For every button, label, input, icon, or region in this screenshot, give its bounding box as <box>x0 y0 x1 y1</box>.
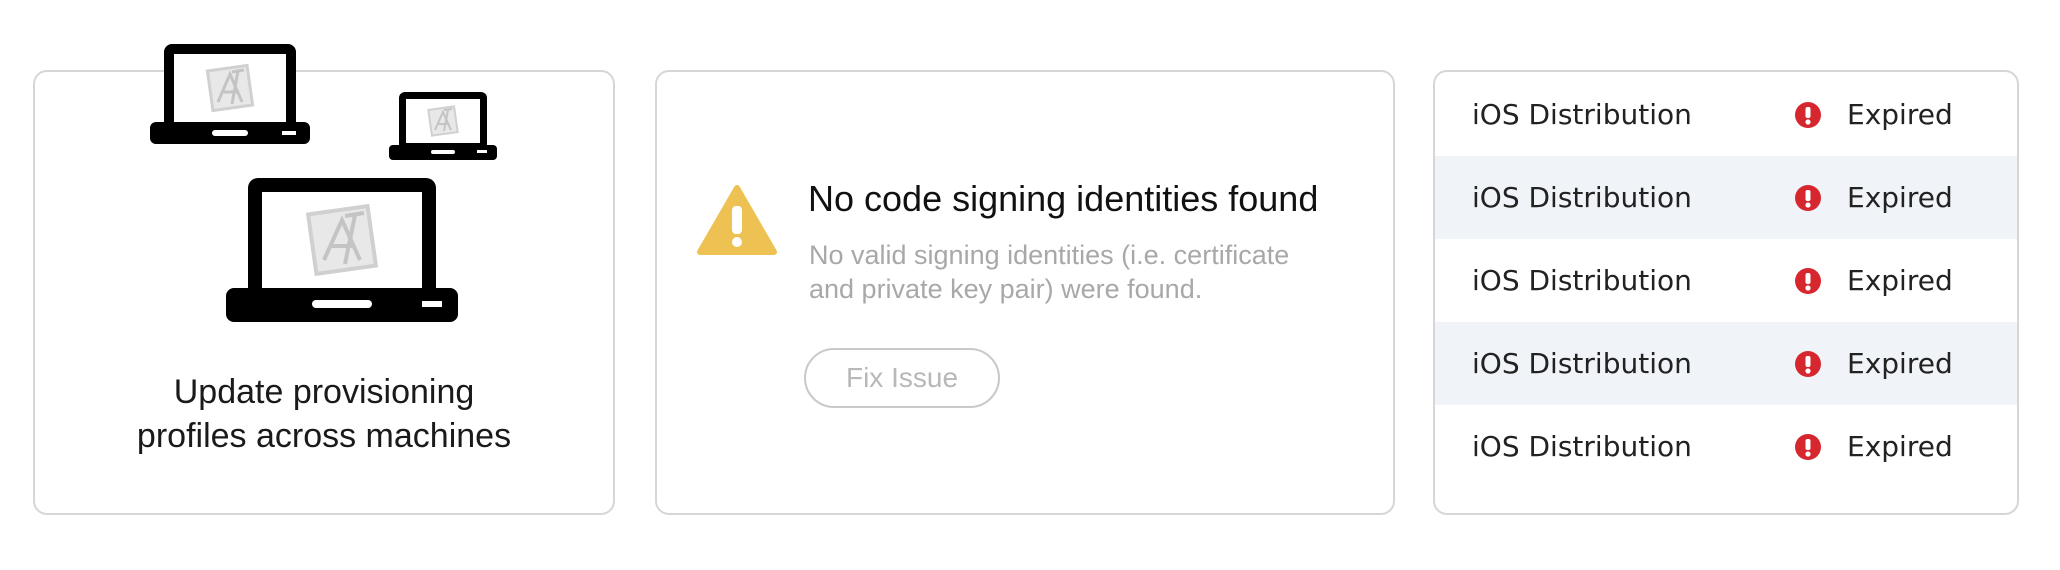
certificate-status: Expired <box>1847 264 1953 297</box>
laptop-icon <box>389 92 497 160</box>
certificate-name: iOS Distribution <box>1472 264 1692 297</box>
certificate-list: iOS Distribution Expired iOS Distributio… <box>1433 70 2019 515</box>
fix-issue-button[interactable]: Fix Issue <box>804 348 1000 408</box>
certificate-row[interactable]: iOS Distribution Expired <box>1435 239 2017 322</box>
caption-line-1: Update provisioning <box>173 373 475 411</box>
certificate-name: iOS Distribution <box>1472 181 1692 214</box>
laptop-icon <box>150 44 310 144</box>
certificate-row[interactable]: iOS Distribution Expired <box>1435 405 2017 488</box>
signing-message-title: No code signing identities found <box>808 178 1319 219</box>
certificate-status: Expired <box>1847 98 1953 131</box>
certificate-status: Expired <box>1847 347 1953 380</box>
error-icon <box>1795 433 1821 460</box>
certificate-status: Expired <box>1847 430 1953 463</box>
signing-detail-line-2: and private key pair) were found. <box>809 274 1203 304</box>
provisioning-caption: Update provisioning profiles across mach… <box>33 370 615 458</box>
caption-line-2: profiles across machines <box>136 417 512 455</box>
certificate-name: iOS Distribution <box>1472 98 1692 131</box>
error-icon <box>1795 350 1821 377</box>
certificate-name: iOS Distribution <box>1472 430 1692 463</box>
signing-detail-line-1: No valid signing identities (i.e. certif… <box>809 240 1290 270</box>
error-icon <box>1795 101 1821 128</box>
error-icon <box>1795 184 1821 211</box>
certificate-name: iOS Distribution <box>1472 347 1692 380</box>
certificate-row[interactable]: iOS Distribution Expired <box>1435 73 2017 156</box>
warning-icon <box>697 185 777 255</box>
laptop-icon <box>226 178 458 322</box>
certificate-row[interactable]: iOS Distribution Expired <box>1435 156 2017 239</box>
signing-message-detail: No valid signing identities (i.e. certif… <box>809 238 1289 306</box>
error-icon <box>1795 267 1821 294</box>
certificate-row[interactable]: iOS Distribution Expired <box>1435 322 2017 405</box>
certificate-status: Expired <box>1847 181 1953 214</box>
